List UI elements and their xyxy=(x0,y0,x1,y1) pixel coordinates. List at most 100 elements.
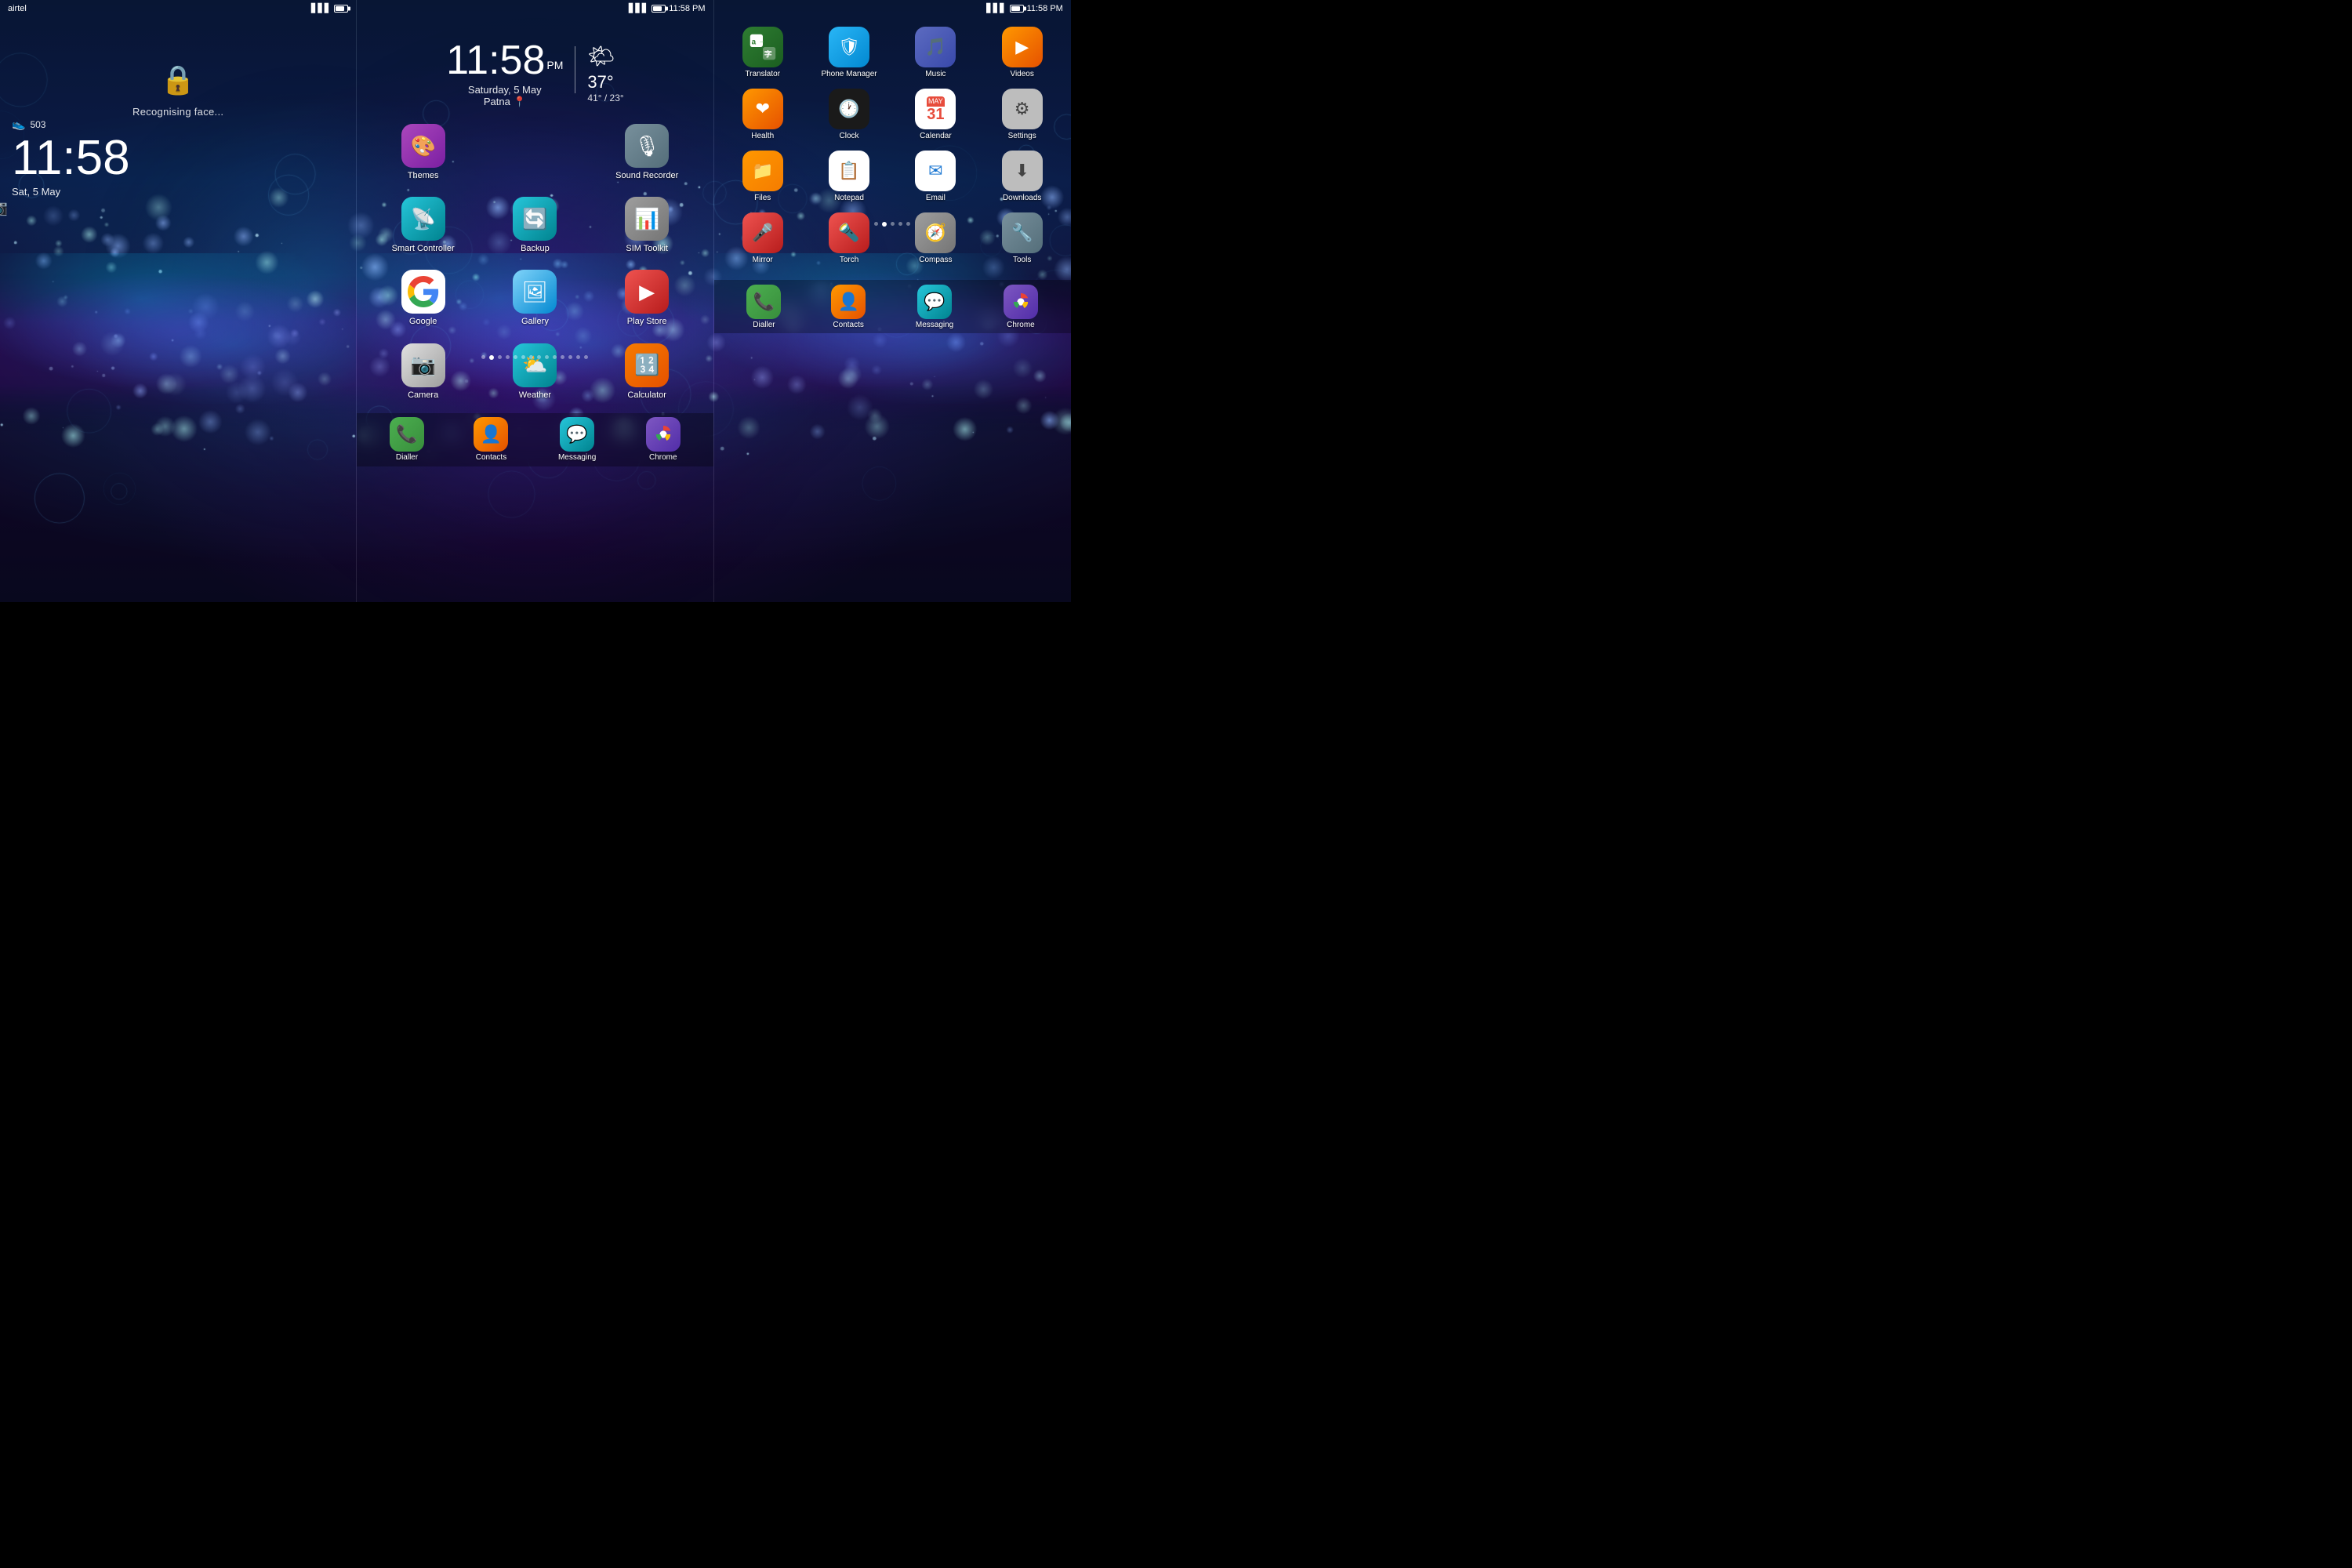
home-status-bar: ▋▋▋ 11:58 PM xyxy=(357,0,713,16)
carrier-lock: airtel xyxy=(8,4,27,13)
phone-manager-icon: 🛡 xyxy=(829,27,869,67)
weather-widget: 🌤 37° 41° / 23° xyxy=(587,40,623,103)
apps-dock-chrome[interactable]: Chrome xyxy=(1004,285,1038,329)
app-settings[interactable]: ⚙ Settings xyxy=(980,85,1065,145)
app-calendar[interactable]: MAY 31 Calendar xyxy=(893,85,978,145)
notepad-label: Notepad xyxy=(834,194,864,203)
clock-location: Patna 📍 xyxy=(446,96,563,108)
themes-label: Themes xyxy=(408,171,439,181)
app-email[interactable]: ✉ Email xyxy=(893,147,978,207)
app-sim-toolkit[interactable]: 📊 SIM Toolkit xyxy=(593,192,702,259)
music-icon: 🎵 xyxy=(915,27,956,67)
app-clock[interactable]: 🕐 Clock xyxy=(807,85,891,145)
play-store-icon: ▶ xyxy=(625,270,669,314)
dot-4 xyxy=(514,355,517,359)
app-music[interactable]: 🎵 Music xyxy=(893,23,978,83)
app-videos[interactable]: ▶ Videos xyxy=(980,23,1065,83)
rdot-4 xyxy=(906,222,910,226)
chrome-dock-label: Chrome xyxy=(649,453,677,462)
apps-chrome-dock-label: Chrome xyxy=(1007,321,1035,329)
dock-chrome[interactable]: Chrome xyxy=(646,417,681,462)
apps-chrome-dock-icon xyxy=(1004,285,1038,319)
dialler-dock-icon: 📞 xyxy=(390,417,424,452)
camera-shortcut-icon[interactable]: 📷 xyxy=(0,198,344,217)
step-count: 👟 503 xyxy=(12,118,344,131)
apps-messaging-dock-icon: 💬 xyxy=(917,285,952,319)
gallery-icon: 🖼 xyxy=(513,270,557,314)
gallery-label: Gallery xyxy=(521,317,549,327)
backup-label: Backup xyxy=(521,244,550,254)
dot-2 xyxy=(498,355,502,359)
sim-toolkit-label: SIM Toolkit xyxy=(626,244,668,254)
messaging-dock-icon: 💬 xyxy=(560,417,594,452)
time-home: 11:58 PM xyxy=(669,4,705,13)
music-label: Music xyxy=(925,70,946,79)
app-mirror[interactable]: 🎤 Mirror xyxy=(720,209,805,269)
email-icon: ✉ xyxy=(915,151,956,191)
sim-toolkit-icon: 📊 xyxy=(625,197,669,241)
dock-dialler[interactable]: 📞 Dialler xyxy=(390,417,424,462)
app-row-weather: Google 🖼 Gallery ▶ Play Store xyxy=(357,262,713,335)
lock-icon: 🔒 xyxy=(161,64,196,96)
app-phone-manager[interactable]: 🛡 Phone Manager xyxy=(807,23,891,83)
google-icon xyxy=(401,270,445,314)
videos-label: Videos xyxy=(1010,70,1033,79)
health-icon: ❤ xyxy=(742,89,783,129)
svg-text:→: → xyxy=(758,38,764,45)
torch-label: Torch xyxy=(840,256,858,265)
apps-dock-contacts[interactable]: 👤 Contacts xyxy=(831,285,866,329)
tools-icon: 🔧 xyxy=(1002,212,1043,253)
dialler-dock-label: Dialler xyxy=(396,453,418,462)
compass-label: Compass xyxy=(919,256,952,265)
app-notepad[interactable]: 📋 Notepad xyxy=(807,147,891,207)
apps-dock-messaging[interactable]: 💬 Messaging xyxy=(916,285,953,329)
app-files[interactable]: 📁 Files xyxy=(720,147,805,207)
location-pin-icon: 📍 xyxy=(513,96,525,107)
messaging-dock-label: Messaging xyxy=(558,453,596,462)
app-play-store[interactable]: ▶ Play Store xyxy=(593,265,702,332)
weather-range: 41° / 23° xyxy=(587,93,623,103)
downloads-icon: ⬇ xyxy=(1002,151,1043,191)
app-themes[interactable]: 🎨 Themes xyxy=(368,119,477,186)
clock-display: 11:58PM Saturday, 5 May Patna 📍 xyxy=(446,40,563,108)
dot-11 xyxy=(568,355,572,359)
app-torch[interactable]: 🔦 Torch xyxy=(807,209,891,269)
lock-time: 11:58 xyxy=(12,134,344,183)
app-camera[interactable]: 📷 Camera xyxy=(368,339,477,405)
calendar-label: Calendar xyxy=(920,132,952,141)
calculator-label: Calculator xyxy=(627,390,666,401)
app-calculator[interactable]: 🔢 Calculator xyxy=(593,339,702,405)
rdot-1-active xyxy=(882,222,887,227)
rdot-3 xyxy=(898,222,902,226)
apps-status-bar: ▋▋▋ 11:58 PM xyxy=(714,0,1071,16)
app-weather2[interactable]: ⛅ Weather xyxy=(481,339,590,405)
dock-messaging[interactable]: 💬 Messaging xyxy=(558,417,596,462)
email-label: Email xyxy=(926,194,946,203)
app-google[interactable]: Google xyxy=(368,265,477,332)
dock-contacts[interactable]: 👤 Contacts xyxy=(474,417,508,462)
lock-content[interactable]: 🔒 Recognising face... xyxy=(0,16,356,118)
apps-dock-dialler[interactable]: 📞 Dialler xyxy=(746,285,781,329)
sound-recorder-label: Sound Recorder xyxy=(615,171,678,181)
compass-icon: 🧭 xyxy=(915,212,956,253)
apps-messaging-dock-label: Messaging xyxy=(916,321,953,329)
app-compass[interactable]: 🧭 Compass xyxy=(893,209,978,269)
lock-date: Sat, 5 May xyxy=(12,186,344,198)
app-translator[interactable]: a 字 → Translator xyxy=(720,23,805,83)
dot-6 xyxy=(529,355,533,359)
app-smart-controller[interactable]: 📡 Smart Controller xyxy=(368,192,477,259)
torch-icon: 🔦 xyxy=(829,212,869,253)
app-gallery[interactable]: 🖼 Gallery xyxy=(481,265,590,332)
app-downloads[interactable]: ⬇ Downloads xyxy=(980,147,1065,207)
translator-label: Translator xyxy=(745,70,780,79)
app-health[interactable]: ❤ Health xyxy=(720,85,805,145)
app-row-camera: 📷 Camera ⛅ Weather 🔢 Calculator xyxy=(357,336,713,408)
apps-dialler-dock-label: Dialler xyxy=(753,321,775,329)
app-tools[interactable]: 🔧 Tools xyxy=(980,209,1065,269)
google-label: Google xyxy=(409,317,437,327)
camera-icon-app: 📷 xyxy=(401,343,445,387)
step-number: 503 xyxy=(30,119,45,130)
clock-time-text: 11:58 xyxy=(446,38,545,83)
app-backup[interactable]: 🔄 Backup xyxy=(481,192,590,259)
app-sound-recorder[interactable]: 🎙 Sound Recorder xyxy=(593,119,702,186)
